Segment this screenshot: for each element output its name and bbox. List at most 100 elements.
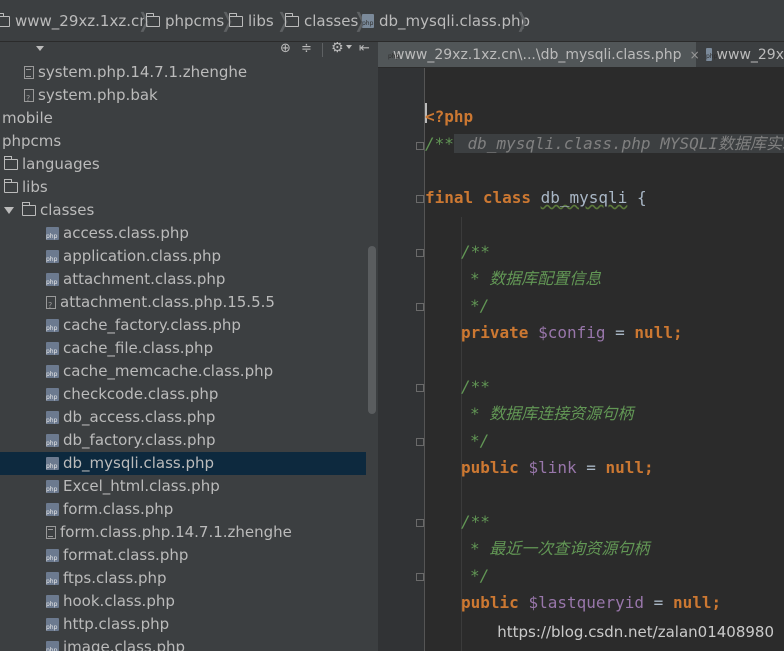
tree-item[interactable]: cache_memcache.class.php bbox=[46, 360, 378, 383]
php-file-icon bbox=[46, 572, 59, 585]
tree-item[interactable]: mobile bbox=[2, 107, 368, 130]
fold-marker-icon[interactable] bbox=[416, 384, 424, 392]
code-line-comment-close[interactable]: */ bbox=[470, 566, 489, 586]
folder-icon bbox=[145, 12, 160, 27]
tree-item[interactable]: system.php.bak bbox=[24, 84, 378, 110]
code-line-comment-open[interactable]: /** bbox=[461, 512, 490, 532]
code-line-comment-text[interactable]: * 数据库配置信息 bbox=[470, 269, 601, 289]
tree-item[interactable]: ftps.class.php bbox=[46, 567, 378, 590]
expand-arrow-icon[interactable] bbox=[4, 207, 14, 214]
code-line-comment-close[interactable]: */ bbox=[470, 296, 489, 316]
breadcrumb-separator: ❭ bbox=[219, 8, 236, 32]
php-file-icon bbox=[46, 618, 59, 631]
code-line-link-property[interactable]: public $link = null; bbox=[461, 458, 654, 478]
tree-item[interactable]: attachment.class.php bbox=[46, 268, 378, 291]
tab-second-file[interactable]: www_29x bbox=[698, 42, 784, 67]
vertical-scrollbar[interactable] bbox=[368, 246, 376, 414]
tree-item[interactable]: checkcode.class.php bbox=[46, 383, 378, 406]
editor-pane: www_29xz.1xz.cn\...\db_mysqli.class.php … bbox=[378, 42, 784, 651]
php-file-icon bbox=[46, 411, 59, 424]
chevron-down-icon[interactable] bbox=[36, 46, 44, 51]
php-file-icon bbox=[706, 48, 717, 61]
editor-tab-bar: www_29xz.1xz.cn\...\db_mysqli.class.php … bbox=[378, 42, 784, 68]
folder-icon bbox=[228, 12, 243, 27]
collapse-all-icon[interactable]: ≑ bbox=[301, 42, 312, 56]
toolbar-divider bbox=[322, 43, 323, 57]
text-file-icon bbox=[46, 526, 56, 539]
text-file-icon bbox=[24, 66, 34, 79]
php-file-icon bbox=[46, 342, 59, 355]
folder-icon bbox=[3, 179, 18, 193]
tree-item-folder[interactable]: libs bbox=[3, 176, 370, 199]
navigation-bar: www_29xz.1xz.cn ❭ phpcms ❭ libs ❭ classe… bbox=[0, 0, 784, 42]
breadcrumb-separator: ❭ bbox=[136, 8, 153, 32]
tree-item-folder[interactable]: languages bbox=[3, 153, 370, 176]
folder-icon bbox=[3, 156, 18, 170]
tree-item[interactable]: application.class.php bbox=[46, 245, 378, 268]
tree-item[interactable]: format.class.php bbox=[46, 544, 378, 567]
tree-item[interactable]: hook.class.php bbox=[46, 590, 378, 613]
breadcrumb-item-file[interactable]: db_mysqli.class.php bbox=[362, 11, 530, 31]
code-line-config-property[interactable]: private $config = null; bbox=[461, 323, 683, 343]
gutter-divider bbox=[424, 68, 425, 651]
breadcrumb-separator: ❭ bbox=[275, 8, 292, 32]
code-line-open-tag[interactable]: <?php bbox=[425, 107, 473, 127]
tree-item-selected[interactable]: db_mysqli.class.php bbox=[0, 452, 366, 475]
project-tool-window: ⊕ ≑ ⚙ ⇤ system.php.14.7.1.zhenghe system… bbox=[0, 42, 378, 651]
tree-item[interactable]: cache_factory.class.php bbox=[46, 314, 378, 337]
tree-item[interactable]: cache_file.class.php bbox=[46, 337, 378, 360]
fold-marker-icon[interactable] bbox=[416, 438, 424, 446]
fold-marker-icon[interactable] bbox=[416, 519, 424, 527]
tree-item-folder[interactable]: classes bbox=[4, 199, 370, 222]
php-file-icon bbox=[46, 227, 59, 240]
tree-item[interactable]: image.class.php bbox=[46, 636, 378, 651]
project-toolbar: ⊕ ≑ ⚙ ⇤ bbox=[0, 42, 378, 62]
php-file-icon bbox=[46, 365, 59, 378]
target-icon[interactable]: ⊕ bbox=[280, 42, 291, 56]
tab-db-mysqli[interactable]: www_29xz.1xz.cn\...\db_mysqli.class.php … bbox=[378, 42, 700, 67]
php-file-icon bbox=[46, 480, 59, 493]
breadcrumb-item-classes[interactable]: classes bbox=[284, 11, 358, 31]
breadcrumb-item-libs[interactable]: libs bbox=[228, 11, 274, 31]
tree-item[interactable]: attachment.class.php.15.5.5 bbox=[46, 291, 378, 317]
php-file-icon bbox=[46, 388, 59, 401]
hide-panel-icon[interactable]: ⇤ bbox=[359, 42, 370, 56]
php-file-icon bbox=[362, 14, 374, 28]
folder-open-icon bbox=[21, 202, 36, 216]
folder-icon bbox=[0, 12, 10, 27]
tree-item[interactable]: form.class.php.14.7.1.zhenghe bbox=[46, 521, 378, 544]
code-line-file-doc[interactable]: /** db_mysqli.class.php MYSQLI数据库实现 bbox=[425, 134, 784, 154]
code-line-comment-open[interactable]: /** bbox=[461, 377, 490, 397]
tree-item[interactable]: db_factory.class.php bbox=[46, 429, 378, 452]
fold-marker-icon[interactable] bbox=[416, 249, 424, 257]
php-file-icon bbox=[46, 434, 59, 447]
code-line-lastqueryid-property[interactable]: public $lastqueryid = null; bbox=[461, 593, 721, 613]
code-line-comment-open[interactable]: /** bbox=[461, 242, 490, 262]
fold-marker-icon[interactable] bbox=[416, 573, 424, 581]
code-line-class-decl[interactable]: final class db_mysqli { bbox=[425, 188, 647, 208]
code-line-comment-text[interactable]: * 数据库连接资源句柄 bbox=[470, 404, 633, 424]
php-file-icon bbox=[46, 273, 59, 286]
indent-guide bbox=[461, 217, 462, 651]
tree-item[interactable]: db_access.class.php bbox=[46, 406, 378, 429]
code-line-comment-close[interactable]: */ bbox=[470, 431, 489, 451]
fold-marker-icon[interactable] bbox=[416, 142, 424, 150]
tree-item[interactable]: access.class.php bbox=[46, 222, 378, 245]
tree-item[interactable]: form.class.php bbox=[46, 498, 378, 521]
tree-item[interactable]: system.php.14.7.1.zhenghe bbox=[24, 61, 378, 84]
code-line-comment-text[interactable]: * 最近一次查询资源句柄 bbox=[470, 539, 649, 559]
gear-icon[interactable]: ⚙ bbox=[331, 42, 344, 56]
php-file-icon bbox=[46, 595, 59, 608]
tree-item[interactable]: Excel_html.class.php bbox=[46, 475, 378, 498]
tree-item[interactable]: phpcms bbox=[2, 130, 368, 153]
php-file-icon bbox=[46, 250, 59, 263]
breadcrumb-item-project[interactable]: www_29xz.1xz.cn bbox=[0, 11, 149, 31]
breadcrumb-item-phpcms[interactable]: phpcms bbox=[145, 11, 224, 31]
fold-marker-icon[interactable] bbox=[416, 195, 424, 203]
watermark-url: https://blog.csdn.net/zalan01408980 bbox=[497, 623, 774, 641]
php-file-icon bbox=[46, 319, 59, 332]
gear-dropdown-icon[interactable] bbox=[346, 45, 352, 49]
line-gutter bbox=[378, 68, 424, 651]
fold-marker-icon[interactable] bbox=[416, 303, 424, 311]
tree-item[interactable]: http.class.php bbox=[46, 613, 378, 636]
